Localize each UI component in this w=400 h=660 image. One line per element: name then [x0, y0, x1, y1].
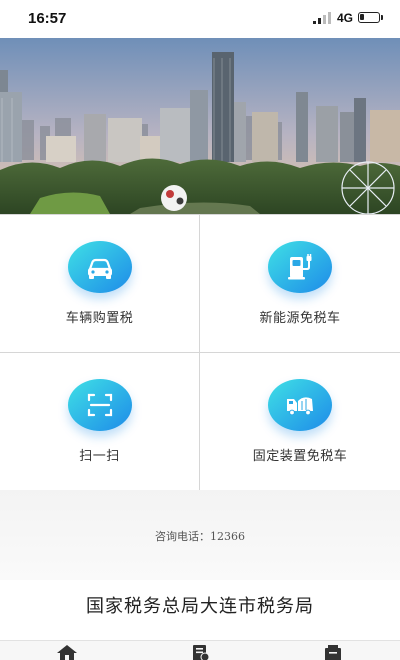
city-skyline-illustration [0, 38, 400, 214]
charging-station-icon [268, 241, 332, 293]
status-bar: 16:57 4G [0, 0, 400, 38]
service-grid: 车辆购置税 新能源免税车 扫一扫 固定装置免税车 [0, 214, 400, 491]
truck-icon [268, 379, 332, 431]
service-label: 新能源免税车 [259, 311, 341, 326]
signal-icon [313, 12, 333, 24]
service-scan[interactable]: 扫一扫 [0, 353, 200, 491]
document-icon[interactable] [189, 644, 211, 660]
banner-image[interactable] [0, 38, 400, 214]
box-icon[interactable] [322, 644, 344, 660]
hotline-text[interactable]: 咨询电话：12366 [155, 530, 245, 543]
service-new-energy-exempt[interactable]: 新能源免税车 [200, 215, 400, 353]
car-icon [68, 241, 132, 293]
home-icon[interactable] [56, 644, 78, 660]
service-label: 车辆购置税 [65, 311, 134, 326]
status-time: 16:57 [28, 10, 67, 27]
scan-icon [68, 379, 132, 431]
hotline-section: 咨询电话：12366 [0, 490, 400, 580]
network-type: 4G [337, 11, 354, 25]
battery-icon [358, 12, 383, 23]
organization-name: 国家税务总局大连市税务局 [86, 596, 314, 617]
bottom-tab-bar [0, 640, 400, 660]
service-label: 扫一扫 [79, 449, 120, 464]
service-fixed-equipment-exempt[interactable]: 固定装置免税车 [200, 353, 400, 491]
service-label: 固定装置免税车 [252, 449, 348, 464]
service-vehicle-purchase-tax[interactable]: 车辆购置税 [0, 215, 200, 353]
